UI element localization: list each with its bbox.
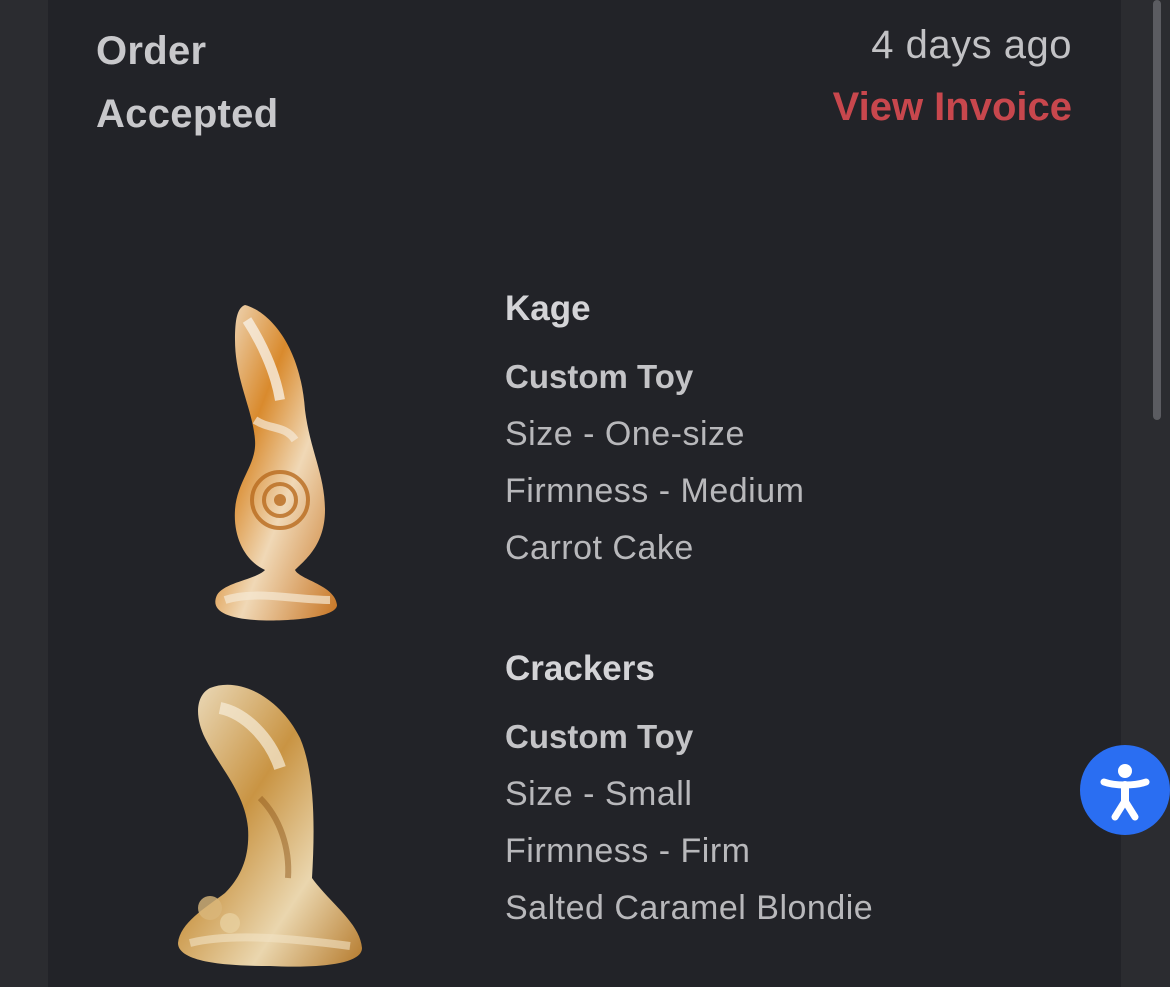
order-card: Order Accepted 4 days ago View Invoice K… — [48, 0, 1121, 987]
item-firmness: Firmness - Firm — [505, 832, 751, 870]
scrollbar-thumb[interactable] — [1153, 0, 1161, 420]
item-name: Crackers — [505, 649, 655, 688]
item-type: Custom Toy — [505, 358, 694, 395]
order-view: Order Accepted 4 days ago View Invoice K… — [0, 0, 1170, 987]
item-image-kage — [185, 300, 425, 630]
view-invoice-link[interactable]: View Invoice — [833, 82, 1072, 132]
item-details-kage: Kage Custom Toy Size - One-size Firmness… — [505, 287, 1065, 585]
accessibility-button[interactable] — [1080, 745, 1170, 835]
item-size: Size - One-size — [505, 415, 745, 453]
order-time: 4 days ago — [871, 23, 1072, 67]
accessibility-person-icon — [1100, 764, 1150, 821]
item-firmness: Firmness - Medium — [505, 472, 805, 510]
item-image-crackers — [170, 678, 410, 978]
item-color: Salted Caramel Blondie — [505, 889, 874, 927]
item-type: Custom Toy — [505, 718, 694, 755]
item-name: Kage — [505, 289, 591, 328]
item-color: Carrot Cake — [505, 529, 694, 567]
order-status: Order Accepted — [96, 29, 279, 136]
item-details-crackers: Crackers Custom Toy Size - Small Firmnes… — [505, 647, 1065, 945]
item-size: Size - Small — [505, 775, 693, 813]
